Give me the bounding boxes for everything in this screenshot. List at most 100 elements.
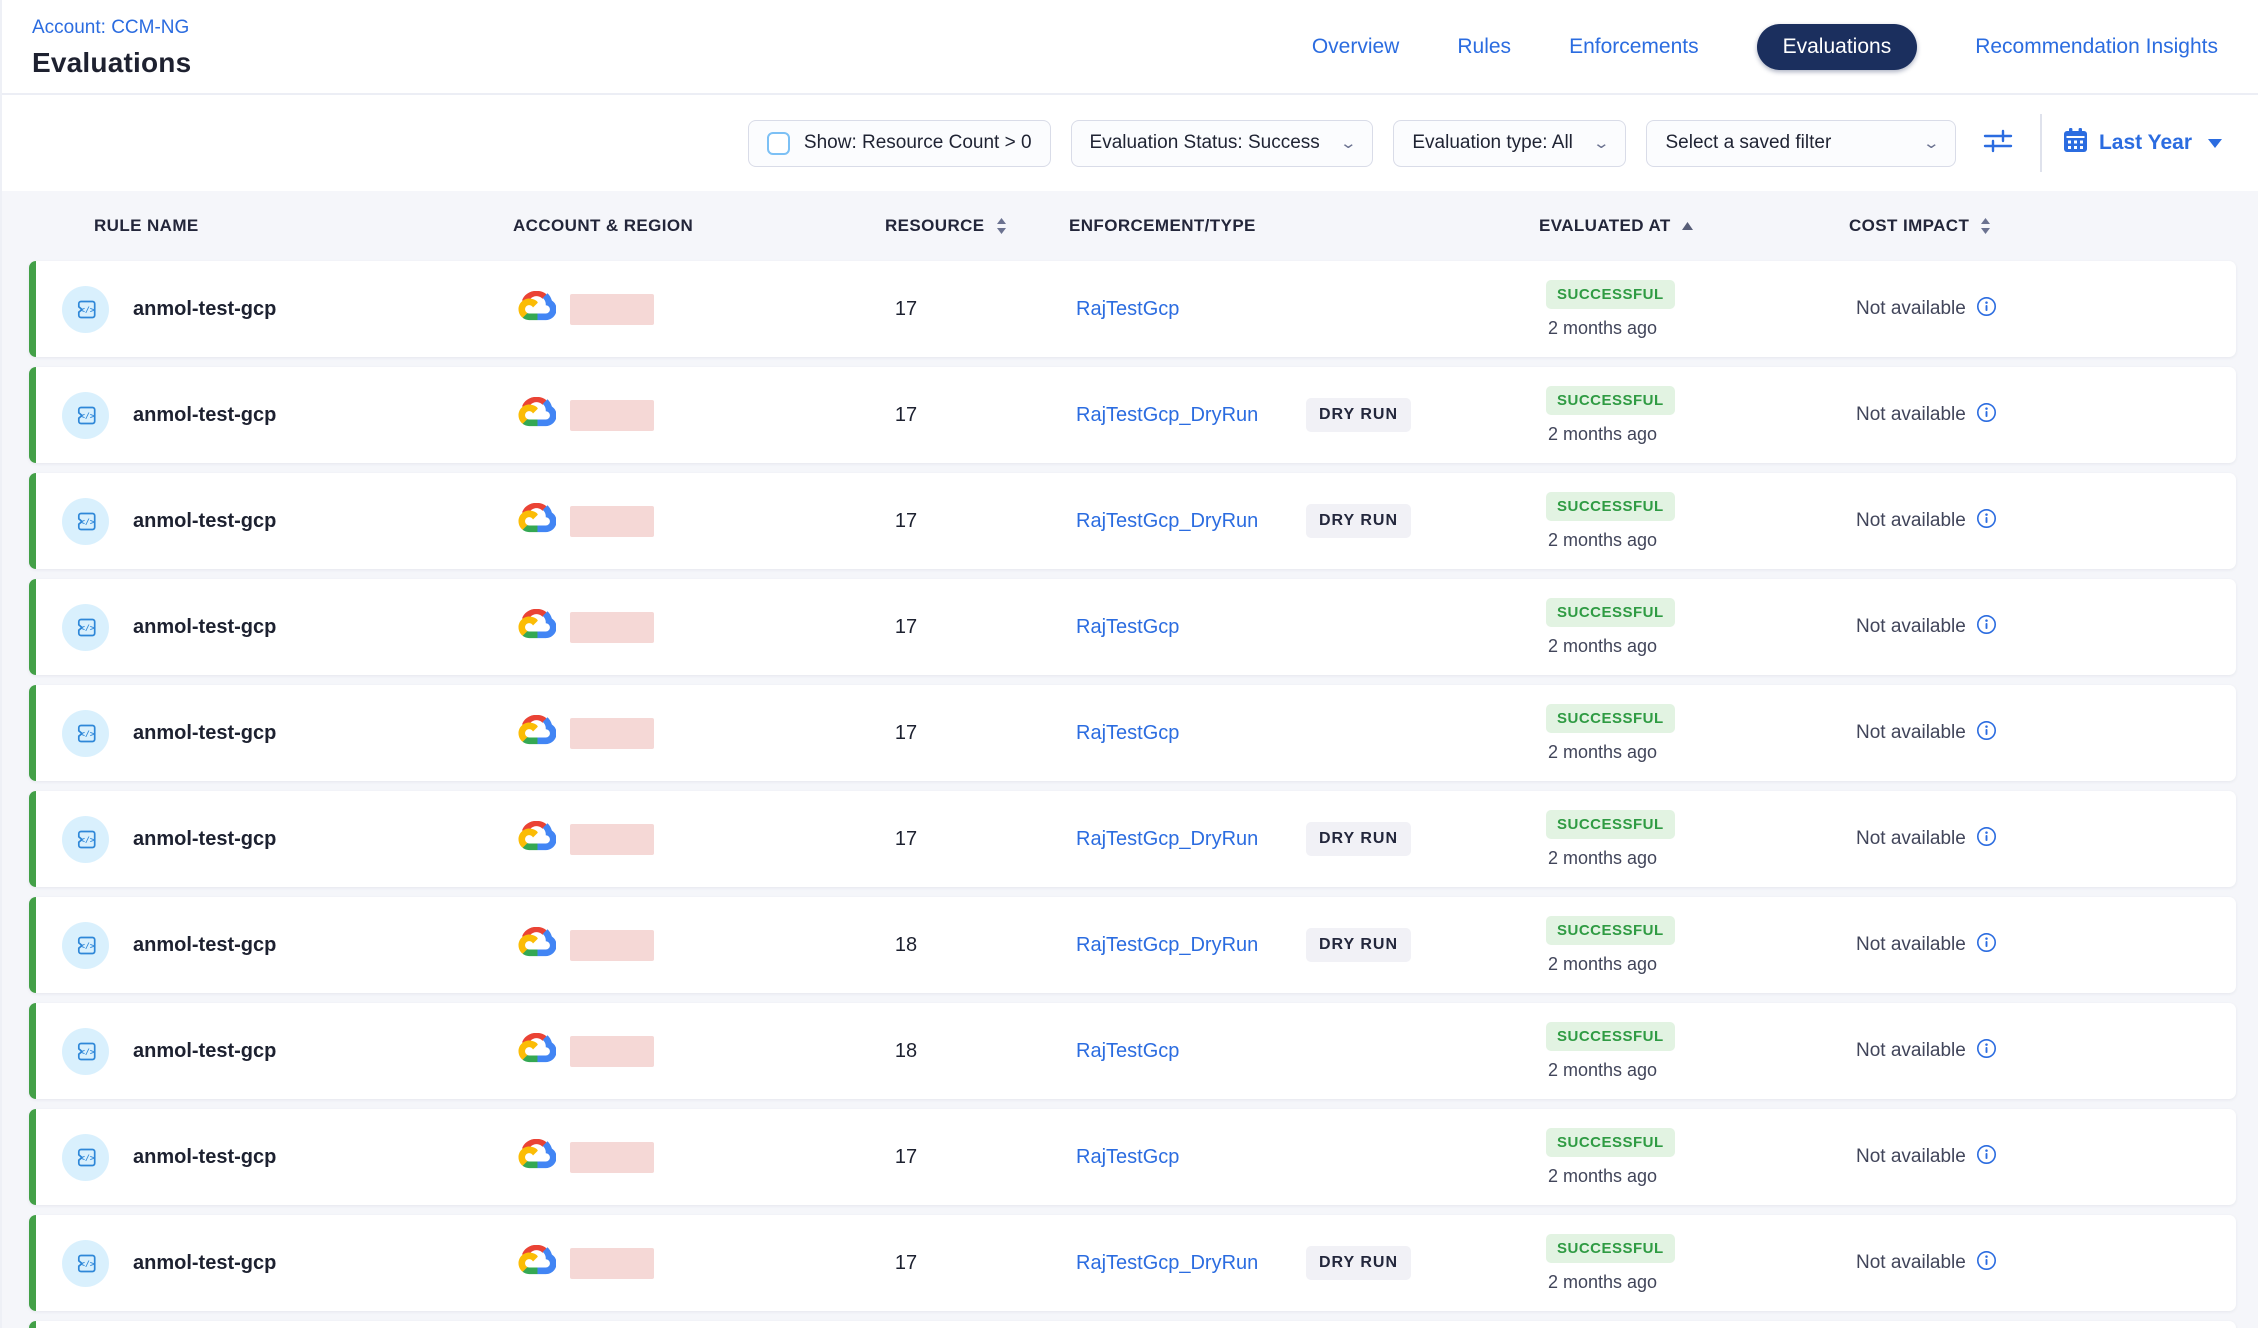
cost-impact-text: Not available [1856,510,1966,532]
rule-name-cell: </> anmol-test-gcp [36,498,496,545]
table-row[interactable]: </> anmol-test-gcp 17 RajTestGcp_DryRun … [29,473,2236,569]
cost-impact-cell: Not available [1856,296,2236,323]
table-row[interactable]: </> anmol-test-gcp 17 RajTestGcp_DryRun … [29,791,2236,887]
resource-count: 17 [796,616,1016,639]
rule-name: anmol-test-gcp [133,616,276,639]
dry-run-badge: DRY RUN [1306,398,1411,432]
table-row[interactable]: </> anmol-test-gcp 18 RajTestGcp SUCCESS… [29,1003,2236,1099]
tab-overview[interactable]: Overview [1312,35,1400,59]
column-header-rule-name[interactable]: RULE NAME [29,216,489,236]
info-circle-icon[interactable] [1976,296,1997,323]
rule-name-cell: </> anmol-test-gcp [36,1028,496,1075]
tab-recommendation-insights[interactable]: Recommendation Insights [1975,35,2218,59]
sort-ascending-icon[interactable] [1681,221,1694,231]
resource-count-filter[interactable]: Show: Resource Count > 0 [748,120,1051,167]
resource-count: 18 [796,934,1016,957]
cost-impact-text: Not available [1856,404,1966,426]
cost-impact-text: Not available [1856,934,1966,956]
evaluated-at-cell: SUCCESSFUL 2 months ago [1546,280,1856,339]
enforcement-link[interactable]: RajTestGcp_DryRun [1076,1252,1258,1275]
cost-impact-cell: Not available [1856,614,2236,641]
evaluation-status-dropdown[interactable]: Evaluation Status: Success ⌄ [1071,120,1374,167]
rule-name-cell: </> anmol-test-gcp [36,392,496,439]
svg-text:</>: </> [80,728,95,738]
table-row[interactable]: </> anmol-test-gcp 17 RajTestGcp SUCCESS… [29,261,2236,357]
cost-impact-text: Not available [1856,1040,1966,1062]
evaluated-at-cell: SUCCESSFUL 2 months ago [1546,1234,1856,1293]
dry-run-badge: DRY RUN [1306,928,1411,962]
filter-bar: Show: Resource Count > 0 Evaluation Stat… [2,95,2258,191]
info-circle-icon[interactable] [1976,932,1997,959]
sort-icon[interactable] [1979,216,1992,236]
info-circle-icon[interactable] [1976,720,1997,747]
account-region-cell [496,397,796,433]
gcp-logo-icon [518,1033,556,1069]
rule-icon: </> [62,604,109,651]
enforcement-link[interactable]: RajTestGcp_DryRun [1076,828,1258,851]
cost-impact-text: Not available [1856,298,1966,320]
cost-impact-cell: Not available [1856,932,2236,959]
info-circle-icon[interactable] [1976,826,1997,853]
resource-count: 17 [796,510,1016,533]
account-name-redacted [570,718,654,749]
enforcement-cell: RajTestGcp [1016,1040,1546,1063]
sort-icon[interactable] [995,216,1008,236]
enforcement-link[interactable]: RajTestGcp_DryRun [1076,404,1258,427]
status-badge: SUCCESSFUL [1546,1022,1675,1051]
rule-name: anmol-test-gcp [133,298,276,321]
table-row[interactable]: </> anmol-test-gcp 17 RajTestGcp_DryRun … [29,367,2236,463]
enforcement-link[interactable]: RajTestGcp [1076,616,1179,639]
enforcement-cell: RajTestGcp_DryRun DRY RUN [1016,828,1546,851]
table-row[interactable]: </> anmol-test-gcp 17 RajTestGcp SUCCESS… [29,1109,2236,1205]
account-region-cell [496,715,796,751]
account-region-cell [496,821,796,857]
account-breadcrumb[interactable]: Account: CCM-NG [32,17,191,39]
status-badge: SUCCESSFUL [1546,810,1675,839]
rule-icon: </> [62,710,109,757]
date-range-value: Last Year [2099,131,2192,155]
info-circle-icon[interactable] [1976,1144,1997,1171]
account-region-cell [496,1033,796,1069]
resource-count-checkbox[interactable] [767,132,790,155]
tab-enforcements[interactable]: Enforcements [1569,35,1699,59]
column-header-evaluated-at[interactable]: EVALUATED AT [1539,216,1849,236]
enforcement-link[interactable]: RajTestGcp [1076,1040,1179,1063]
column-header-cost-impact[interactable]: COST IMPACT [1849,216,2236,236]
enforcement-link[interactable]: RajTestGcp_DryRun [1076,934,1258,957]
info-circle-icon[interactable] [1976,1038,1997,1065]
info-circle-icon[interactable] [1976,508,1997,535]
enforcement-link[interactable]: RajTestGcp [1076,1146,1179,1169]
enforcement-link[interactable]: RajTestGcp_DryRun [1076,510,1258,533]
tab-rules[interactable]: Rules [1457,35,1511,59]
account-region-cell [496,927,796,963]
tab-evaluations[interactable]: Evaluations [1757,24,1918,70]
evaluated-time: 2 months ago [1546,530,1657,551]
saved-filter-dropdown[interactable]: Select a saved filter ⌄ [1646,120,1956,167]
table-row-partial[interactable] [29,1321,2236,1328]
column-header-enforcement-type[interactable]: ENFORCEMENT/TYPE [1009,216,1539,236]
filter-settings-button[interactable] [1976,121,2020,165]
caret-down-icon [2208,139,2222,148]
info-circle-icon[interactable] [1976,402,1997,429]
cost-impact-text: Not available [1856,616,1966,638]
account-name-redacted [570,400,654,431]
info-circle-icon[interactable] [1976,1250,1997,1277]
enforcement-link[interactable]: RajTestGcp [1076,298,1179,321]
table-row[interactable]: </> anmol-test-gcp 17 RajTestGcp_DryRun … [29,1215,2236,1311]
column-header-account-region[interactable]: ACCOUNT & REGION [489,216,789,236]
info-circle-icon[interactable] [1976,614,1997,641]
gcp-logo-icon [518,609,556,645]
evaluated-at-cell: SUCCESSFUL 2 months ago [1546,704,1856,763]
svg-text:</>: </> [80,1258,95,1268]
cost-impact-text: Not available [1856,1252,1966,1274]
table-row[interactable]: </> anmol-test-gcp 18 RajTestGcp_DryRun … [29,897,2236,993]
table-row[interactable]: </> anmol-test-gcp 17 RajTestGcp SUCCESS… [29,579,2236,675]
gcp-logo-icon [518,715,556,751]
table-row[interactable]: </> anmol-test-gcp 17 RajTestGcp SUCCESS… [29,685,2236,781]
column-header-resource[interactable]: RESOURCE [789,216,1009,236]
evaluation-type-dropdown[interactable]: Evaluation type: All ⌄ [1393,120,1626,167]
enforcement-link[interactable]: RajTestGcp [1076,722,1179,745]
status-badge: SUCCESSFUL [1546,1234,1675,1263]
account-region-cell [496,609,796,645]
date-range-picker[interactable]: Last Year [2062,127,2232,160]
